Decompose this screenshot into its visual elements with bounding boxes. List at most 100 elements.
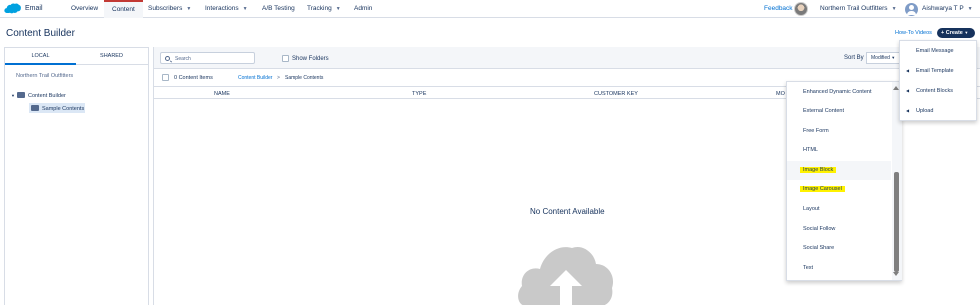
page-title: Content Builder [6,28,75,39]
content-item-count: 0 Content Items [174,75,213,81]
caret-left-icon: ◀ [906,108,910,113]
chevron-down-icon: ▼ [242,6,248,12]
caret-left-icon: ◀ [906,88,910,93]
menu-item-image-carousel[interactable]: Image Carousel [787,180,891,199]
nav-tracking[interactable]: Tracking ▼ [307,0,341,18]
nav-subscribers-label: Subscribers [148,5,183,12]
menu-item-label: HTML [803,147,818,153]
chevron-down-icon: ▼ [967,6,973,12]
scroll-down-arrow-icon[interactable] [893,272,899,276]
nav-interactions-label: Interactions [205,5,239,12]
column-name[interactable]: NAME [214,91,230,97]
nav-subscribers[interactable]: Subscribers ▼ [148,0,191,18]
empty-state-message: No Content Available [530,207,605,216]
folder-icon [16,92,25,98]
menu-item-label: Free Form [803,128,829,134]
nav-tracking-label: Tracking [307,5,332,12]
search-icon [165,56,170,61]
menu-item-image-block[interactable]: Image Block [787,161,891,180]
chevron-down-icon: ▼ [891,6,897,12]
salesforce-cloud-logo-icon[interactable] [4,3,21,14]
menu-item-social-share[interactable]: Social Share [787,239,891,258]
menu-item-label: Email Template [916,68,954,74]
content-blocks-submenu: Enhanced Dynamic Content External Conten… [786,81,902,281]
caret-left-icon: ◀ [906,68,910,73]
search-placeholder: Search [175,56,191,62]
app-name: Email [25,5,43,12]
create-email-message[interactable]: Email Message [900,41,978,61]
nav-overview-label: Overview [71,5,99,12]
user-menu[interactable]: Aishwarya T P ▼ [922,5,973,12]
menu-item-label: Enhanced Dynamic Content [803,89,872,95]
sort-by-label: Sort By [844,55,864,61]
page-header: Content Builder How-To Videos + Create ▼ [0,18,980,44]
menu-item-label: Content Blocks [916,88,953,94]
tree-item-content-builder[interactable]: ▼ Content Builder [11,92,66,99]
breadcrumb-separator: > [277,75,280,81]
menu-item-label: External Content [803,108,844,114]
create-email-template[interactable]: ◀ Email Template [900,61,978,81]
menu-item-label: Social Share [803,245,835,251]
select-all-checkbox[interactable] [162,74,169,81]
how-to-videos-link[interactable]: How-To Videos [895,30,932,36]
content-toolbar: Search Show Folders Sort By Modified ▼ [154,47,980,69]
menu-item-label: Email Message [916,48,954,54]
sort-by-select[interactable]: Modified ▼ [866,52,900,64]
tree-item-sample-contents[interactable]: Sample Contents [31,105,84,112]
menu-item-text[interactable]: Text [787,259,891,278]
column-customer-key[interactable]: CUSTOMER KEY [594,91,638,97]
menu-item-external-content[interactable]: External Content [787,102,891,121]
create-menu: Email Message ◀ Email Template ◀ Content B… [899,40,977,121]
menu-item-html[interactable]: HTML [787,141,891,160]
tree-item-label: Content Builder [27,93,66,99]
nav-interactions[interactable]: Interactions ▼ [205,0,248,18]
chevron-down-icon[interactable]: ▼ [11,93,15,98]
chevron-down-icon: ▼ [964,30,969,35]
nav-content-label: Content [112,6,135,13]
folder-icon [31,105,39,111]
org-avatar[interactable] [794,2,808,16]
create-content-blocks[interactable]: ◀ Content Blocks [900,81,978,101]
tab-local[interactable]: LOCAL [5,48,76,65]
nav-overview[interactable]: Overview [71,0,98,18]
org-name: Northern Trail Outfitters [820,5,888,12]
nav-ab-testing-label: A/B Testing [262,5,295,12]
sort-by-value: Modified [871,55,890,61]
menu-item-label: Text [803,265,814,271]
menu-item-label: Social Follow [803,226,836,232]
folder-panel: LOCAL SHARED Northern Trail Outfitters ▼… [4,47,149,305]
folder-org-name: Northern Trail Outfitters [16,73,74,79]
create-upload[interactable]: ◀ Upload [900,101,978,121]
menu-item-label: Image Block [800,167,837,173]
cloud-upload-icon [518,247,613,305]
create-button[interactable]: + Create ▼ [937,28,975,38]
search-input[interactable]: Search [160,52,255,64]
user-name: Aishwarya T P [922,5,964,12]
menu-item-label: Layout [803,206,820,212]
column-type[interactable]: TYPE [412,91,426,97]
chevron-down-icon: ▼ [335,6,341,12]
breadcrumb-content-builder[interactable]: Content Builder [238,75,272,81]
top-navigation: Email Overview Content Subscribers ▼ Inte… [0,0,980,18]
chevron-down-icon: ▼ [891,55,896,60]
menu-item-free-form[interactable]: Free Form [787,122,891,141]
column-modified[interactable]: MO [776,91,785,97]
nav-admin-label: Admin [354,5,373,12]
org-switcher[interactable]: Northern Trail Outfitters ▼ [820,5,897,12]
nav-ab-testing[interactable]: A/B Testing [262,0,295,18]
show-folders-checkbox[interactable] [282,55,289,62]
tab-shared[interactable]: SHARED [76,48,147,65]
menu-item-layout[interactable]: Layout [787,200,891,219]
nav-content[interactable]: Content [104,0,143,18]
menu-item-enhanced-dynamic-content[interactable]: Enhanced Dynamic Content [787,83,891,102]
breadcrumb-sample-contents: Sample Contents [285,75,324,81]
menu-item-label: Upload [916,108,934,114]
user-avatar-icon[interactable] [905,3,918,16]
chevron-down-icon: ▼ [186,6,192,12]
nav-admin[interactable]: Admin [354,0,372,18]
feedback-link[interactable]: Feedback [764,5,793,12]
menu-item-social-follow[interactable]: Social Follow [787,220,891,239]
folder-tabs: LOCAL SHARED [5,48,148,65]
tree-item-label: Sample Contents [42,106,85,112]
submenu-scroll-thumb[interactable] [894,172,899,272]
